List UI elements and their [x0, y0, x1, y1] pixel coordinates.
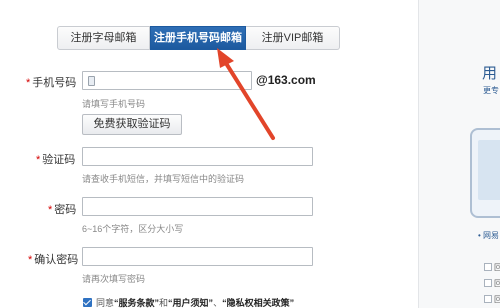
confirm-hint: 请再次填写密码 [82, 274, 146, 284]
phone-label-text: 手机号码 [32, 77, 77, 89]
sidebar-checkbox-3[interactable] [484, 295, 492, 303]
get-code-button[interactable]: 免费获取验证码 [82, 114, 182, 135]
sidebar-subtitle: 更专 [483, 86, 499, 95]
password-label: * 密码 [48, 201, 76, 217]
user-notice-link[interactable]: “用户须知” [168, 296, 213, 308]
agreement-and: 和 [159, 297, 169, 308]
password-label-text: 密码 [54, 204, 77, 216]
sidebar-check-label-2: 回 [494, 279, 500, 288]
registration-form-area: 注册字母邮箱 注册手机号码邮箱 注册VIP邮箱 * 手机号码 @163.com 请… [0, 0, 418, 308]
sidebar-check-label-3: 回 [494, 295, 500, 304]
phone-illustration-icon [470, 128, 500, 218]
confirm-label-text: 确认密码 [34, 254, 79, 266]
mobile-icon [88, 76, 95, 86]
privacy-policy-link[interactable]: “隐私权相关政策” [222, 296, 294, 308]
confirm-label: * 确认密码 [28, 251, 78, 267]
agreement-prefix: 同意 [96, 297, 115, 308]
agreement-checkbox[interactable] [83, 297, 92, 307]
password-hint: 6~16个字符，区分大小写 [82, 224, 184, 234]
code-label: * 验证码 [36, 151, 75, 167]
phone-hint: 请填写手机号码 [82, 99, 146, 109]
agreement-row: 同意 “服务条款” 和 “用户须知” 、 “隐私权相关政策” [83, 296, 294, 308]
sidebar-check-label-1: 回 [494, 263, 500, 272]
phone-label: * 手机号码 [26, 74, 76, 90]
sidebar-checkbox-2[interactable] [484, 279, 492, 287]
required-mark: * [36, 154, 41, 166]
terms-link[interactable]: “服务条款” [114, 296, 159, 308]
agreement-separator: 、 [213, 297, 223, 308]
required-mark: * [28, 254, 33, 266]
sidebar-link[interactable]: • 网易 [478, 230, 499, 241]
required-mark: * [48, 204, 53, 216]
required-mark: * [26, 77, 31, 89]
tab-letter-mail[interactable]: 注册字母邮箱 [57, 26, 150, 50]
code-label-text: 验证码 [42, 154, 76, 166]
sidebar-title: 用 [482, 65, 498, 82]
code-hint: 请查收手机短信，并填写短信中的验证码 [82, 174, 245, 184]
annotation-arrow [217, 48, 275, 140]
sidebar-checkbox-1[interactable] [484, 263, 492, 271]
confirm-password-input[interactable] [82, 247, 313, 266]
password-input[interactable] [82, 197, 313, 216]
